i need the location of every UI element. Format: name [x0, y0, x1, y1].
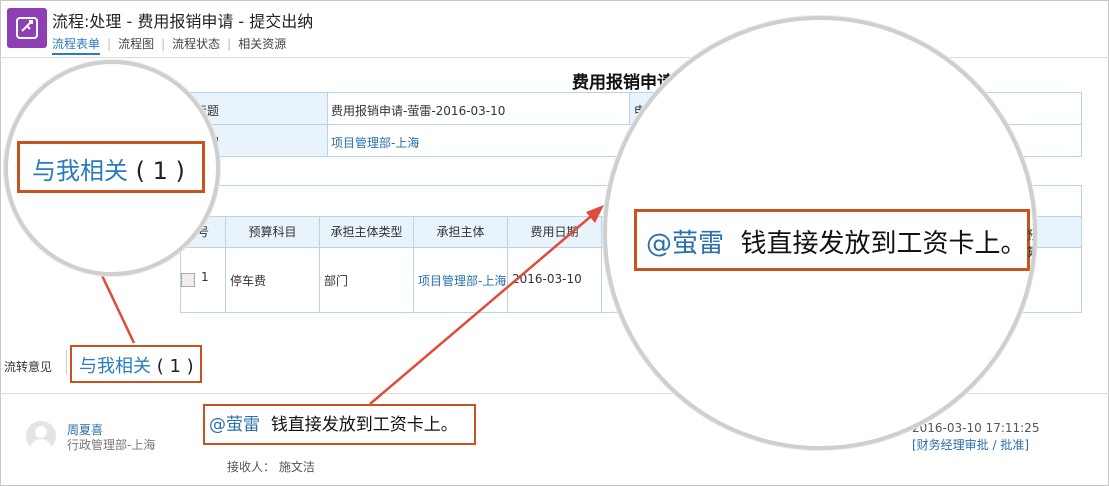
- magnified-tab-box: 与我相关 ( 1 ): [17, 141, 205, 193]
- magnifier-right: @萤雷 钱直接发放到工资卡上。 预算 : :: [603, 16, 1037, 450]
- arrow-right-line: [369, 211, 597, 405]
- magnifier-left: 与我相关 ( 1 ): [4, 60, 220, 276]
- magnified-budget-label: 预算: [1027, 226, 1033, 260]
- magnified-comment-text: @萤雷 钱直接发放到工资卡上。: [646, 223, 1027, 260]
- magnified-tab-count: ( 1 ): [135, 157, 185, 185]
- magnified-comment-box: @萤雷 钱直接发放到工资卡上。: [634, 209, 1030, 271]
- magnified-tab-text: 与我相关 ( 1 ): [32, 151, 185, 186]
- magnified-mention: @萤雷: [646, 229, 725, 259]
- arrow-right-head: [586, 205, 604, 223]
- magnified-tab-label: 与我相关: [32, 157, 128, 185]
- magnified-red-mark: :: [1027, 280, 1031, 293]
- magnified-comment-body: 钱直接发放到工资卡上。: [740, 229, 1027, 259]
- magnified-green-mark: :: [1027, 295, 1031, 308]
